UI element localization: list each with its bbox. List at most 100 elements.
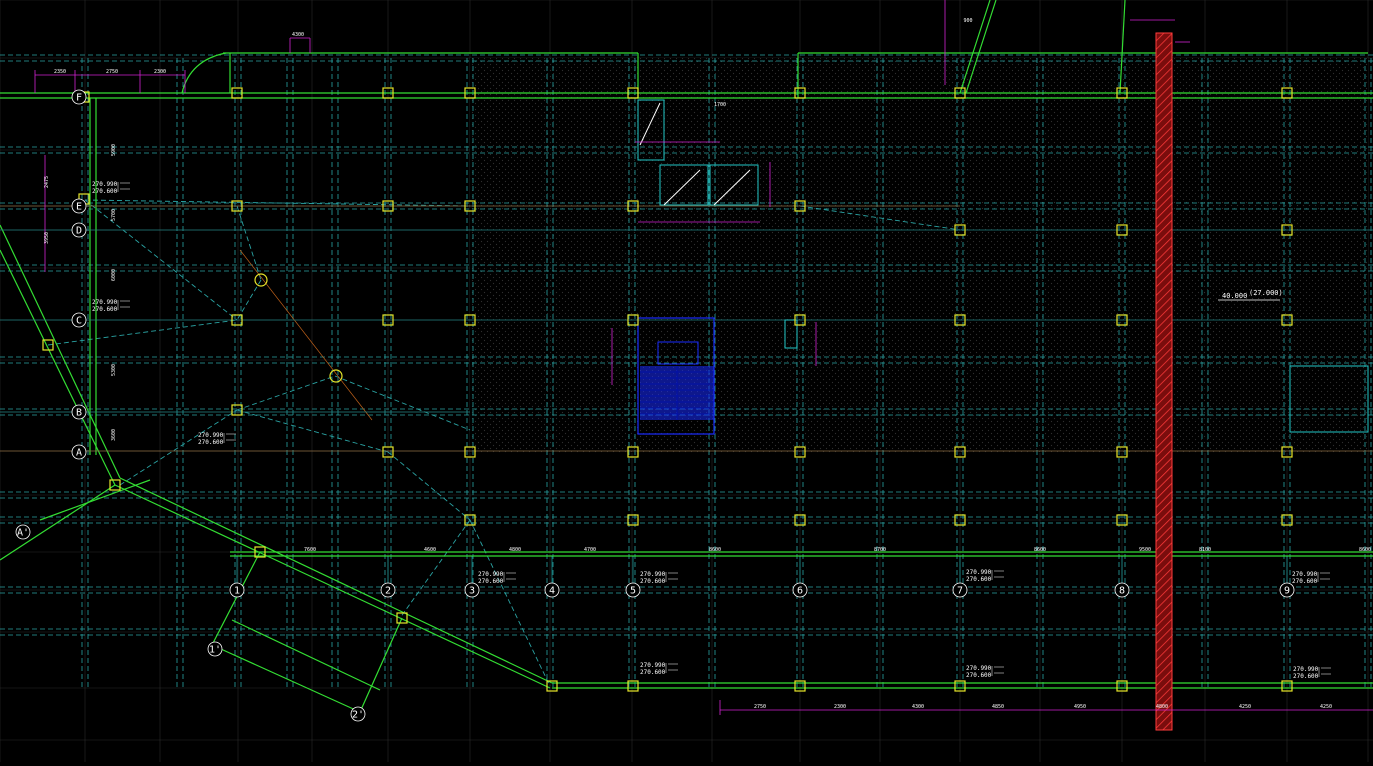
- svg-text:270.990: 270.990: [640, 571, 666, 578]
- svg-text:6: 6: [797, 586, 803, 597]
- svg-text:270.600: 270.600: [640, 578, 666, 585]
- svg-text:2750: 2750: [754, 704, 766, 710]
- svg-text:9500: 9500: [1139, 547, 1151, 553]
- svg-text:4: 4: [549, 586, 555, 597]
- svg-text:2300: 2300: [834, 704, 846, 710]
- svg-text:2350: 2350: [54, 69, 66, 75]
- svg-text:270.600: 270.600: [198, 439, 224, 446]
- svg-text:8700: 8700: [874, 547, 886, 553]
- svg-text:8600: 8600: [1034, 547, 1046, 553]
- circle-markers: [254, 273, 343, 383]
- svg-text:2475: 2475: [44, 176, 50, 188]
- level-tag-7: 270.990270.600: [1292, 571, 1330, 585]
- slab-hatch-area: [470, 58, 1368, 453]
- axis-bubble-B[interactable]: B: [71, 404, 87, 420]
- svg-text:270.990: 270.990: [198, 432, 224, 439]
- svg-text:270.990: 270.990: [478, 571, 504, 578]
- level-tag-4: 270.990270.600: [478, 571, 516, 585]
- svg-text:2750: 2750: [106, 69, 118, 75]
- axis-bubble-5[interactable]: 5: [625, 582, 641, 598]
- level-tag-3: 270.990270.600: [198, 432, 236, 446]
- floor-plan-drawing[interactable]: 7600 4600 4800 4700 8600 8700 8600 9500 8100 8600…: [0, 0, 1373, 762]
- level-tag-1: 270.990270.600: [92, 181, 130, 195]
- svg-text:4950: 4950: [1074, 704, 1086, 710]
- axis-bubble-4[interactable]: 4: [544, 582, 560, 598]
- svg-text:270.600: 270.600: [966, 672, 992, 679]
- level-tag-2: 270.990270.600: [92, 299, 130, 313]
- level-tag-5: 270.990270.600: [640, 571, 678, 585]
- cad-drawing-canvas[interactable]: 7600 4600 4800 4700 8600 8700 8600 9500 8100 8600…: [0, 0, 1373, 762]
- svg-text:270.990: 270.990: [1292, 571, 1318, 578]
- svg-text:5700: 5700: [111, 209, 117, 221]
- svg-text:B: B: [76, 408, 82, 419]
- svg-text:4250: 4250: [1239, 704, 1251, 710]
- svg-text:3950: 3950: [44, 232, 50, 244]
- svg-text:900: 900: [963, 18, 972, 24]
- svg-text:2: 2: [385, 586, 391, 597]
- svg-text:3600: 3600: [111, 429, 117, 441]
- svg-text:D: D: [76, 226, 82, 237]
- highlight-hatched-strip[interactable]: [1155, 32, 1173, 731]
- svg-text:1700: 1700: [714, 102, 726, 108]
- axis-bubble-D[interactable]: D: [71, 222, 87, 238]
- axis-bubble-a-prime[interactable]: A': [15, 524, 31, 540]
- axis-bubble-2-prime[interactable]: 2': [350, 706, 366, 722]
- svg-text:5: 5: [630, 586, 636, 597]
- svg-text:270.600: 270.600: [1292, 578, 1318, 585]
- axis-bubble-C[interactable]: C: [71, 312, 87, 328]
- axis-bubble-F[interactable]: F: [71, 89, 87, 105]
- svg-text:4800: 4800: [509, 547, 521, 553]
- axis-bubble-9[interactable]: 9: [1279, 582, 1295, 598]
- svg-text:270.990: 270.990: [966, 569, 992, 576]
- svg-text:A': A': [17, 528, 29, 539]
- level-tag-8: 270.990270.600: [640, 662, 678, 676]
- svg-text:A: A: [76, 448, 82, 459]
- svg-text:8: 8: [1119, 586, 1125, 597]
- svg-text:4300: 4300: [912, 704, 924, 710]
- svg-text:270.990: 270.990: [966, 665, 992, 672]
- svg-text:270.600: 270.600: [640, 669, 666, 676]
- svg-text:2300: 2300: [154, 69, 166, 75]
- elevation-value: 40.000: [1222, 292, 1247, 300]
- svg-text:270.990: 270.990: [92, 299, 118, 306]
- svg-text:270.990: 270.990: [1293, 666, 1319, 673]
- axis-bubble-A[interactable]: A: [71, 444, 87, 460]
- svg-text:270.600: 270.600: [1293, 673, 1319, 680]
- axis-bubble-E[interactable]: E: [71, 198, 87, 214]
- svg-text:8100: 8100: [1199, 547, 1211, 553]
- svg-text:270.600: 270.600: [92, 188, 118, 195]
- svg-text:270.990: 270.990: [92, 181, 118, 188]
- axis-bubble-6[interactable]: 6: [792, 582, 808, 598]
- svg-text:9: 9: [1284, 586, 1290, 597]
- level-tag-6: 270.990270.600: [966, 569, 1004, 583]
- svg-text:270.990: 270.990: [640, 662, 666, 669]
- svg-text:270.600: 270.600: [478, 578, 504, 585]
- axis-bubble-1-prime[interactable]: 1': [207, 641, 223, 657]
- level-tag-9: 270.990270.600: [966, 665, 1004, 679]
- svg-text:1: 1: [234, 586, 240, 597]
- svg-text:8600: 8600: [709, 547, 721, 553]
- svg-text:5300: 5300: [111, 364, 117, 376]
- svg-text:8600: 8600: [1359, 547, 1371, 553]
- svg-text:6000: 6000: [111, 269, 117, 281]
- svg-text:4800: 4800: [1156, 704, 1168, 710]
- axis-bubble-2[interactable]: 2: [380, 582, 396, 598]
- svg-text:7: 7: [957, 586, 963, 597]
- level-tag-10: 270.990270.600: [1293, 666, 1331, 680]
- svg-text:3: 3: [469, 586, 475, 597]
- svg-text:4850: 4850: [992, 704, 1004, 710]
- elevation-bracket: (27.000): [1249, 289, 1283, 297]
- axis-bubble-3[interactable]: 3: [464, 582, 480, 598]
- svg-text:270.600: 270.600: [966, 576, 992, 583]
- svg-text:5900: 5900: [111, 144, 117, 156]
- svg-text:F: F: [76, 93, 82, 104]
- svg-text:4600: 4600: [424, 547, 436, 553]
- axis-bubble-7[interactable]: 7: [952, 582, 968, 598]
- svg-text:E: E: [76, 202, 82, 213]
- svg-text:7600: 7600: [304, 547, 316, 553]
- svg-text:2': 2': [352, 710, 364, 721]
- svg-text:4700: 4700: [584, 547, 596, 553]
- axis-bubble-8[interactable]: 8: [1114, 582, 1130, 598]
- axis-bubble-1[interactable]: 1: [229, 582, 245, 598]
- svg-text:4300: 4300: [292, 32, 304, 38]
